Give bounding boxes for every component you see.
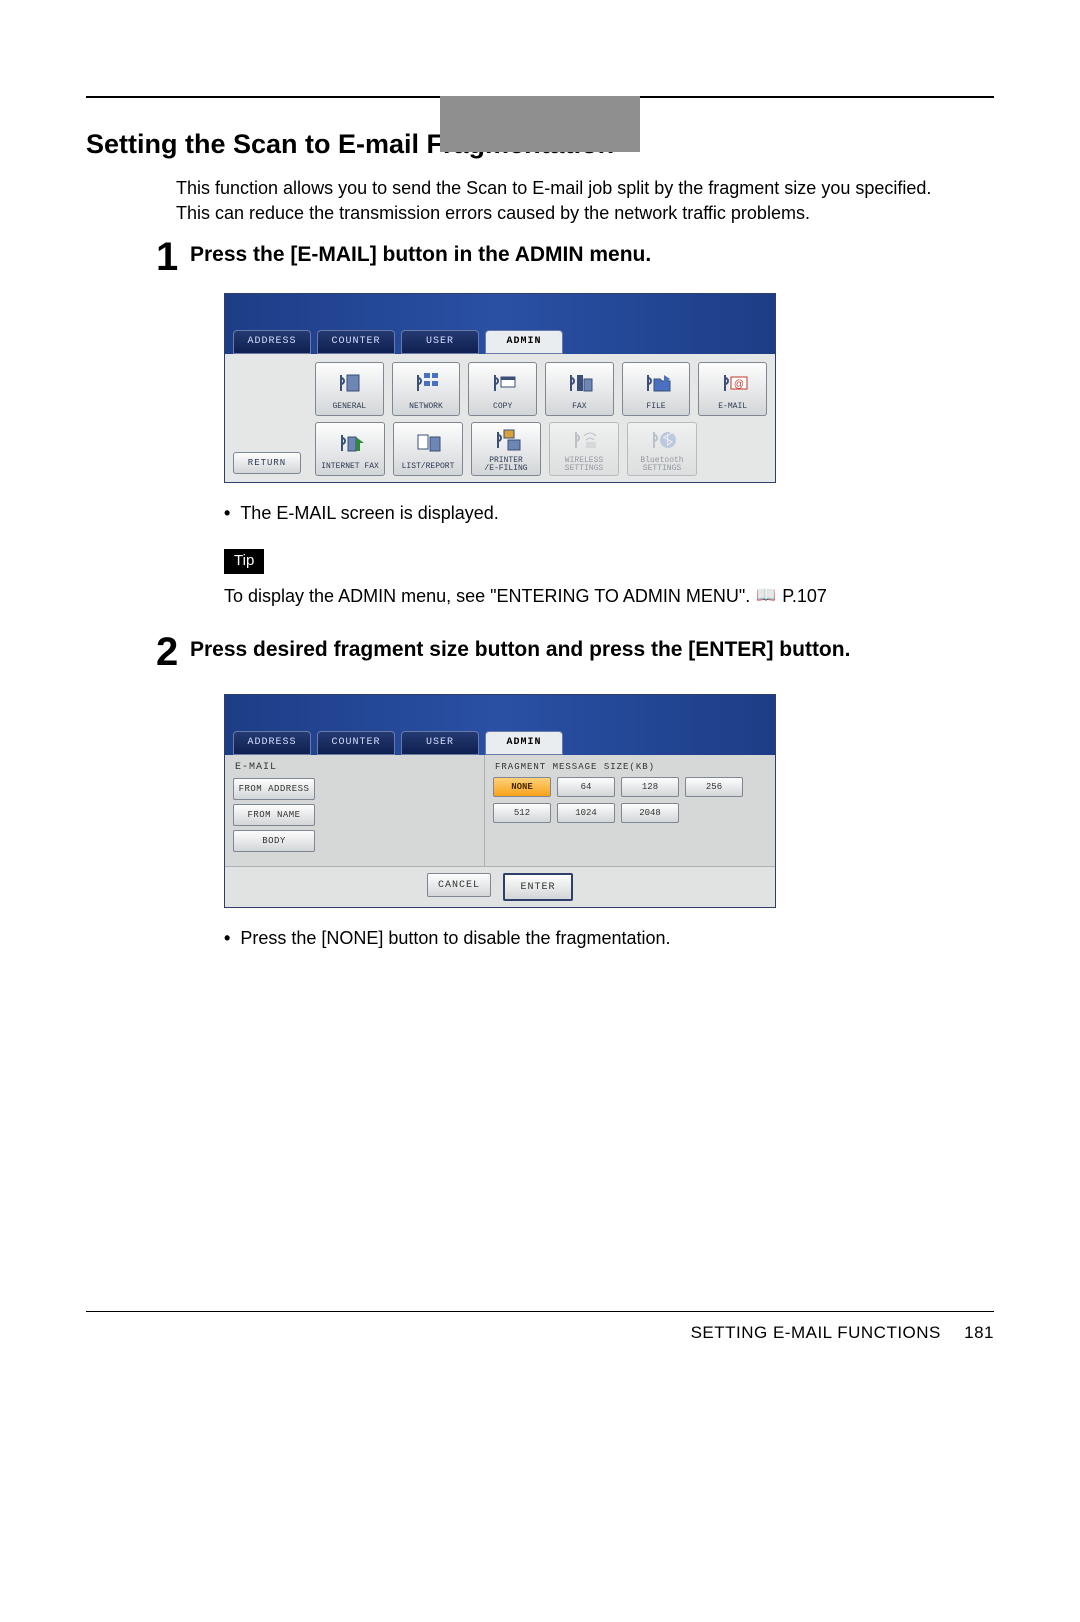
list-report-button[interactable]: LIST/REPORT xyxy=(393,422,463,476)
tip-label: Tip xyxy=(224,549,264,573)
network-label: NETWORK xyxy=(409,402,443,413)
email-section-title: E-MAIL xyxy=(233,759,476,779)
return-button[interactable]: RETURN xyxy=(233,452,301,474)
s2-tab-user[interactable]: USER xyxy=(401,731,479,755)
network-icon xyxy=(410,363,442,402)
body-button[interactable]: BODY xyxy=(233,830,315,852)
enter-button[interactable]: ENTER xyxy=(503,873,573,901)
s2-tab-admin[interactable]: ADMIN xyxy=(485,731,563,755)
fragment-size-heading: FRAGMENT MESSAGE SIZE(KB) xyxy=(493,759,767,777)
step-1: 1 Press the [E-MAIL] button in the ADMIN… xyxy=(156,235,994,277)
printer-efiling-button[interactable]: PRINTER /E-FILING xyxy=(471,422,541,476)
tab-address[interactable]: ADDRESS xyxy=(233,330,311,354)
wireless-icon xyxy=(568,423,600,457)
fragment-64-button[interactable]: 64 xyxy=(557,777,615,797)
step-2: 2 Press desired fragment size button and… xyxy=(156,630,994,672)
copy-label: COPY xyxy=(493,402,512,413)
footer: SETTING E-MAIL FUNCTIONS 181 xyxy=(86,1312,994,1345)
tab-counter[interactable]: COUNTER xyxy=(317,330,395,354)
intro-line-2: This can reduce the transmission errors … xyxy=(176,201,994,225)
bluetooth-label: Bluetooth SETTINGS xyxy=(640,457,683,473)
file-button[interactable]: FILE xyxy=(622,362,691,416)
footer-section-label: SETTING E-MAIL FUNCTIONS xyxy=(691,1323,941,1342)
tip-page-ref: P.107 xyxy=(782,584,827,608)
printer-efiling-icon xyxy=(490,423,522,457)
email-label: E-MAIL xyxy=(718,402,747,413)
step-2-number: 2 xyxy=(156,632,190,672)
network-button[interactable]: NETWORK xyxy=(392,362,461,416)
wireless-label: WIRELESS SETTINGS xyxy=(565,457,603,473)
copy-button[interactable]: COPY xyxy=(468,362,537,416)
tip-body: To display the ADMIN menu, see "ENTERING… xyxy=(224,584,750,608)
printer-efiling-label: PRINTER /E-FILING xyxy=(484,457,527,473)
fragment-512-button[interactable]: 512 xyxy=(493,803,551,823)
internet-fax-button[interactable]: INTERNET FAX xyxy=(315,422,385,476)
wireless-settings-button: WIRELESS SETTINGS xyxy=(549,422,619,476)
fax-label: FAX xyxy=(572,402,586,413)
fragment-128-button[interactable]: 128 xyxy=(621,777,679,797)
fragment-256-button[interactable]: 256 xyxy=(685,777,743,797)
footer-page-number: 181 xyxy=(964,1323,994,1342)
email-button[interactable]: @ E-MAIL xyxy=(698,362,767,416)
bluetooth-settings-button: Bluetooth SETTINGS xyxy=(627,422,697,476)
intro-line-1: This function allows you to send the Sca… xyxy=(176,176,994,200)
from-name-button[interactable]: FROM NAME xyxy=(233,804,315,826)
from-address-button[interactable]: FROM ADDRESS xyxy=(233,778,315,800)
header-tab xyxy=(440,96,640,152)
book-icon: 📖 xyxy=(756,585,776,607)
list-report-icon xyxy=(412,423,444,462)
cancel-button[interactable]: CANCEL xyxy=(427,873,491,897)
file-icon xyxy=(640,363,672,402)
internet-fax-label: INTERNET FAX xyxy=(321,462,379,473)
admin-menu-screenshot: ADDRESS COUNTER USER ADMIN GENERAL NETWO… xyxy=(224,293,776,483)
s2-tab-address[interactable]: ADDRESS xyxy=(233,731,311,755)
tab-user[interactable]: USER xyxy=(401,330,479,354)
step-2-title: Press desired fragment size button and p… xyxy=(190,636,850,664)
step-1-bullet-text: The E-MAIL screen is displayed. xyxy=(240,501,498,525)
general-label: GENERAL xyxy=(333,402,367,413)
step-2-bullet: •Press the [NONE] button to disable the … xyxy=(224,926,994,950)
step-1-title: Press the [E-MAIL] button in the ADMIN m… xyxy=(190,241,651,269)
file-label: FILE xyxy=(646,402,665,413)
fax-icon xyxy=(563,363,595,402)
step-1-bullet: •The E-MAIL screen is displayed. xyxy=(224,501,994,525)
tab-admin[interactable]: ADMIN xyxy=(485,330,563,354)
fragment-size-screenshot: ADDRESS COUNTER USER ADMIN E-MAIL FROM A… xyxy=(224,694,776,909)
intro-paragraph: This function allows you to send the Sca… xyxy=(176,176,994,225)
bluetooth-icon xyxy=(646,423,678,457)
fragment-1024-button[interactable]: 1024 xyxy=(557,803,615,823)
step-1-number: 1 xyxy=(156,237,190,277)
tip-text: To display the ADMIN menu, see "ENTERING… xyxy=(224,584,994,608)
step-2-bullet-text: Press the [NONE] button to disable the f… xyxy=(240,926,670,950)
fax-button[interactable]: FAX xyxy=(545,362,614,416)
general-button[interactable]: GENERAL xyxy=(315,362,384,416)
s2-tab-counter[interactable]: COUNTER xyxy=(317,731,395,755)
fragment-2048-button[interactable]: 2048 xyxy=(621,803,679,823)
copy-icon xyxy=(487,363,519,402)
fragment-none-button[interactable]: NONE xyxy=(493,777,551,797)
general-icon xyxy=(333,363,365,402)
email-icon: @ xyxy=(717,363,749,402)
svg-text:@: @ xyxy=(734,379,744,390)
internet-fax-icon xyxy=(334,423,366,462)
list-report-label: LIST/REPORT xyxy=(402,462,455,473)
